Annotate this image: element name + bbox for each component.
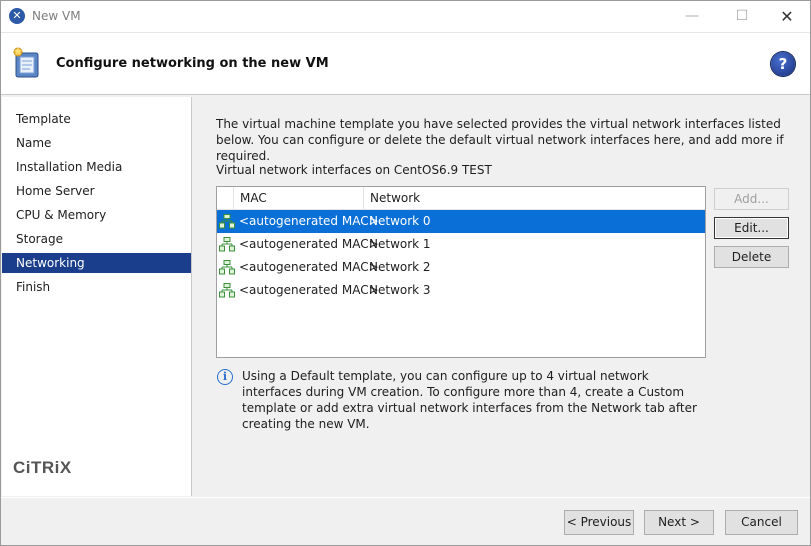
maximize-button[interactable]: ☐ [719,1,765,32]
info-icon: i [217,369,233,385]
minimize-button[interactable]: — [669,1,715,32]
network-interfaces-list[interactable]: MAC Network <autogenerated MAC> Network … [216,186,706,358]
sidebar-item-installation-media[interactable]: Installation Media [2,157,191,177]
networking-page: The virtual machine template you have se… [193,97,810,496]
edit-button[interactable]: Edit... [714,217,789,239]
window-title: New VM [32,9,81,23]
xenserver-icon: ✕ [9,8,25,24]
sidebar-item-name[interactable]: Name [2,133,191,153]
previous-button[interactable]: < Previous [564,510,634,535]
row-network: Network 1 [369,237,431,251]
title-bar: ✕ New VM — ☐ ✕ [1,1,810,32]
column-header-network[interactable]: Network [364,187,484,210]
help-icon[interactable]: ? [771,52,795,76]
wizard-steps-sidebar: Template Name Installation Media Home Se… [2,97,192,496]
page-title: Configure networking on the new VM [56,56,329,71]
next-button[interactable]: Next > [644,510,714,535]
row-network: Network 2 [369,260,431,274]
close-button[interactable]: ✕ [764,1,810,32]
wizard-footer: < Previous Next > Cancel [1,497,810,545]
new-vm-window: ✕ New VM — ☐ ✕ Configure networking on t… [0,0,811,546]
network-interface-icon [219,283,235,298]
table-row[interactable]: <autogenerated MAC> Network 0 [217,210,705,233]
vm-wizard-icon [13,47,39,78]
info-text: Using a Default template, you can config… [242,369,697,431]
sidebar-item-finish[interactable]: Finish [2,277,191,297]
cancel-button[interactable]: Cancel [725,510,798,535]
icon-column-header [217,187,234,210]
network-interface-icon [219,260,235,275]
list-header: MAC Network [217,187,705,210]
table-row[interactable]: <autogenerated MAC> Network 1 [217,233,705,256]
table-row[interactable]: <autogenerated MAC> Network 3 [217,279,705,302]
interfaces-list-label: Virtual network interfaces on CentOS6.9 … [216,163,492,177]
network-interface-icon [219,237,235,252]
column-header-mac[interactable]: MAC [234,187,364,210]
citrix-logo: CiTRiX [13,458,72,477]
delete-button[interactable]: Delete [714,246,789,268]
row-network: Network 0 [369,214,431,228]
network-interface-icon [219,214,235,229]
row-mac: <autogenerated MAC> [239,283,379,297]
row-network: Network 3 [369,283,431,297]
sidebar-item-cpu-memory[interactable]: CPU & Memory [2,205,191,225]
table-row[interactable]: <autogenerated MAC> Network 2 [217,256,705,279]
sidebar-item-storage[interactable]: Storage [2,229,191,249]
sidebar-item-template[interactable]: Template [2,109,191,129]
sidebar-item-home-server[interactable]: Home Server [2,181,191,201]
add-button[interactable]: Add... [714,188,789,210]
sidebar-item-networking[interactable]: Networking [2,253,191,273]
row-mac: <autogenerated MAC> [239,260,379,274]
row-mac: <autogenerated MAC> [239,237,379,251]
intro-text: The virtual machine template you have se… [216,117,784,163]
row-mac: <autogenerated MAC> [239,214,379,228]
wizard-header: Configure networking on the new VM ? [1,32,810,95]
